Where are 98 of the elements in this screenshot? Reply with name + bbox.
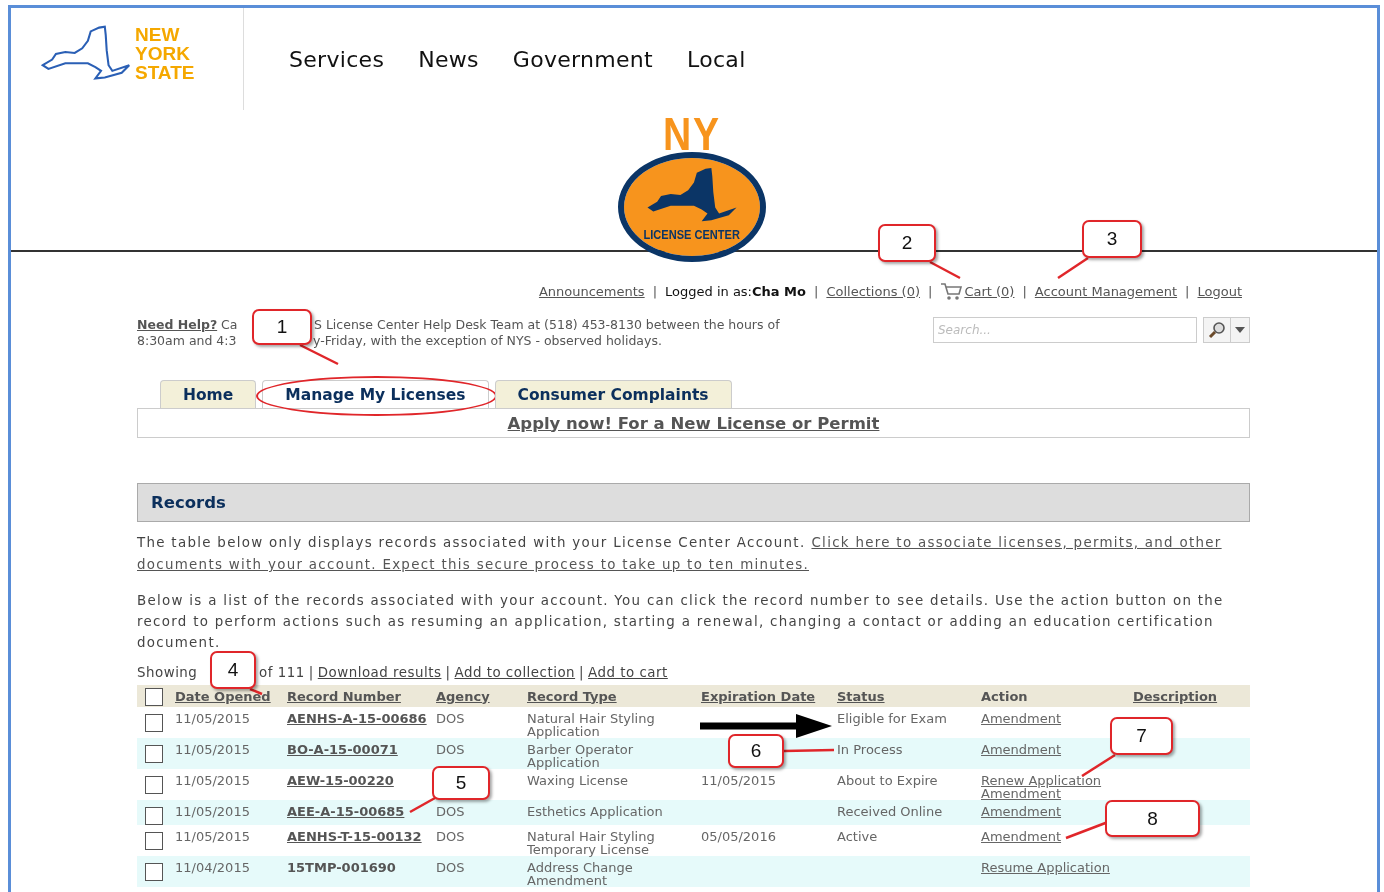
search-field[interactable]: Search... bbox=[933, 317, 1197, 343]
section-title: Records bbox=[151, 493, 226, 512]
help-text: y-Friday, with the exception of NYS - observed holidays. bbox=[313, 333, 662, 349]
separator: | bbox=[445, 664, 451, 683]
callout-number: 2 bbox=[878, 224, 936, 262]
logo-text: YORK bbox=[135, 44, 191, 63]
result-action-link[interactable]: Add to cart bbox=[588, 663, 668, 683]
record-link[interactable]: AEW-15-00220 bbox=[287, 773, 394, 788]
table-cell: DOS bbox=[436, 742, 465, 757]
separator: | bbox=[928, 283, 933, 299]
callout-number: 4 bbox=[210, 651, 256, 689]
action-link[interactable]: Amendment bbox=[981, 787, 1062, 800]
table-cell: 11/04/2015 bbox=[175, 860, 250, 875]
logo-text: NEW bbox=[135, 25, 181, 44]
action-link[interactable]: Amendment bbox=[981, 712, 1062, 725]
leader-line bbox=[409, 796, 436, 814]
record-link[interactable]: AENHS-T-15-00132 bbox=[287, 829, 422, 844]
separator: | bbox=[1185, 283, 1190, 299]
action-link[interactable]: Amendment bbox=[981, 830, 1062, 843]
top-link[interactable]: Announcements bbox=[538, 283, 645, 299]
logo-text: NY bbox=[663, 112, 721, 156]
table-cell: 11/05/2015 bbox=[175, 742, 250, 757]
table-cell: DOS bbox=[436, 804, 465, 819]
record-link[interactable]: AENHS-A-15-00686 bbox=[287, 711, 427, 726]
top-link[interactable]: Logout bbox=[1197, 283, 1242, 299]
nav-link[interactable]: Services bbox=[289, 46, 385, 72]
separator: | bbox=[814, 283, 819, 299]
associate-link[interactable]: Click here to associate licenses, permits, and other bbox=[811, 532, 1222, 554]
search-button[interactable] bbox=[1203, 317, 1250, 343]
nav-link[interactable]: News bbox=[418, 46, 479, 72]
table-cell: 11/05/2015 bbox=[175, 829, 250, 844]
checkbox[interactable] bbox=[145, 688, 163, 706]
callout-number: 5 bbox=[432, 766, 490, 800]
table-cell: About to Expire bbox=[837, 773, 938, 788]
checkbox[interactable] bbox=[145, 863, 163, 881]
table-cell: Waxing License bbox=[527, 773, 628, 788]
search-icon bbox=[1208, 322, 1225, 339]
callout-number: 8 bbox=[1105, 800, 1200, 837]
need-help-link[interactable]: Need Help? bbox=[137, 317, 218, 332]
table-cell: Natural Hair Styling Temporary License bbox=[527, 829, 655, 857]
showing-text: Showing bbox=[137, 664, 199, 682]
table-cell: DOS bbox=[436, 829, 465, 844]
result-action-link[interactable]: Download results bbox=[317, 663, 442, 683]
tab[interactable]: Manage My Licenses bbox=[262, 380, 489, 408]
checkbox[interactable] bbox=[145, 745, 163, 763]
table-cell: 15TMP-001690 bbox=[287, 860, 396, 875]
callout-number: 3 bbox=[1082, 220, 1142, 258]
showing-text: of 111 bbox=[259, 664, 305, 682]
separator: | bbox=[652, 283, 658, 299]
intro-text: The table below only displays records associated with your License Center Account. bbox=[137, 534, 806, 552]
help-text: 8:30am and 4:3 bbox=[137, 333, 238, 349]
table-cell: Received Online bbox=[837, 804, 943, 819]
help-text: S License Center Help Desk Team at (518) 453-8130 between the hours of bbox=[314, 317, 780, 333]
logo-text: LICENSE CENTER bbox=[643, 227, 741, 242]
associate-link[interactable]: documents with your account. Expect this secure process to take up to ten minutes. bbox=[137, 554, 809, 576]
table-cell: Esthetics Application bbox=[527, 804, 663, 819]
table-cell: Address Change Amendment bbox=[527, 860, 633, 888]
result-action-link[interactable]: Add to collection bbox=[454, 663, 576, 683]
callout-number: 7 bbox=[1110, 717, 1173, 755]
separator: | bbox=[579, 664, 585, 683]
table-cell: DOS bbox=[436, 711, 465, 726]
table-cell: Eligible for Exam bbox=[837, 711, 947, 726]
leader-line bbox=[1057, 256, 1089, 280]
table-cell: 11/05/2015 bbox=[701, 773, 776, 788]
table-cell: 11/05/2015 bbox=[175, 773, 250, 788]
top-link[interactable]: Account Management bbox=[1034, 283, 1178, 299]
checkbox[interactable] bbox=[145, 714, 163, 732]
callout-number: 6 bbox=[728, 734, 784, 768]
leader-line bbox=[783, 748, 835, 753]
cart-link[interactable]: Cart (0) bbox=[964, 283, 1015, 299]
table-cell: 05/05/2016 bbox=[701, 829, 776, 844]
leader-line bbox=[929, 260, 961, 280]
callout-number: 1 bbox=[252, 309, 312, 345]
help-text: Ca bbox=[220, 317, 238, 332]
table-cell: Barber Operator Application bbox=[527, 742, 634, 770]
table-cell: Active bbox=[837, 829, 878, 844]
nav-link[interactable]: Local bbox=[687, 46, 746, 72]
tab[interactable]: Home bbox=[160, 380, 257, 408]
table-cell: Natural Hair Styling Application bbox=[527, 711, 655, 739]
column-header: Action bbox=[981, 688, 1028, 704]
caret-icon bbox=[1234, 325, 1246, 335]
table-cell: 11/05/2015 bbox=[175, 804, 250, 819]
top-link[interactable]: Collections (0) bbox=[826, 283, 920, 299]
cart-icon bbox=[940, 281, 963, 301]
description-text: Below is a list of the records associated with your account. You can click the record number to see details. Use the action button on the record to perform actions such as resuming an application, starting a renewal, changing a contact or adding an education certification document. bbox=[137, 592, 1225, 652]
checkbox[interactable] bbox=[145, 776, 163, 794]
tab[interactable]: Consumer Complaints bbox=[494, 380, 732, 408]
checkbox[interactable] bbox=[145, 832, 163, 850]
table-cell: 11/05/2015 bbox=[175, 711, 250, 726]
table-cell: In Process bbox=[837, 742, 903, 757]
action-link[interactable]: Renew Application bbox=[981, 774, 1102, 787]
table-cell: DOS bbox=[436, 860, 465, 875]
separator: | bbox=[1022, 283, 1027, 299]
logo-text: STATE bbox=[135, 63, 195, 82]
nav-link[interactable]: Government bbox=[512, 46, 654, 72]
logged-in-text: Logged in as:Cha Mo bbox=[665, 283, 806, 299]
separator: | bbox=[308, 664, 314, 683]
checkbox[interactable] bbox=[145, 807, 163, 825]
